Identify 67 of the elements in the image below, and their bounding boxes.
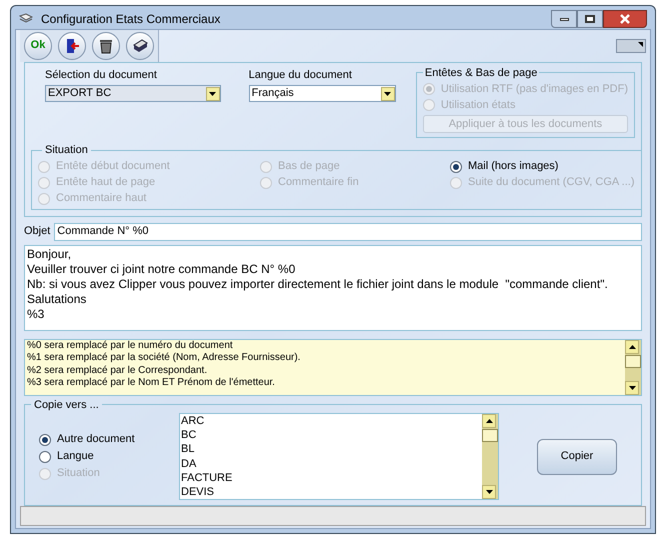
- copy-button[interactable]: Copier: [537, 438, 617, 474]
- radio-label: Situation: [57, 466, 100, 482]
- message-textarea[interactable]: Bonjour, Veuiller trouver ci joint notre commande BC N° %0 Nb: si vous avez Clipper vous pouvez importer directement le fichier joint dans le module "commande client". Salutations %3: [24, 244, 642, 330]
- exit-door-icon: [64, 38, 80, 54]
- list-item[interactable]: ARC: [181, 414, 482, 428]
- language-dropdown[interactable]: Français: [248, 85, 396, 102]
- radio-button[interactable]: [39, 434, 51, 446]
- trash-icon: [99, 38, 113, 54]
- message-line: Veuiller trouver ci joint notre commande BC N° %0: [27, 262, 296, 276]
- ok-label: Ok: [30, 38, 46, 54]
- document-dropdown[interactable]: EXPORT BC: [45, 85, 221, 102]
- message-line: Salutations: [27, 292, 88, 306]
- triangle-icon: [638, 42, 643, 46]
- radio-label: Entête haut de page: [56, 175, 156, 190]
- radio-button[interactable]: [39, 450, 51, 462]
- message-line: Bonjour,: [27, 246, 72, 262]
- scrollbar[interactable]: [625, 340, 641, 394]
- radio-label: Entête début document: [56, 159, 170, 174]
- message-line: Nb: si vous avez Clipper vous pouvez importer directement le fichier joint dans le module "commande client".: [27, 276, 609, 292]
- menu-corner-button[interactable]: [616, 38, 646, 52]
- group-title: Situation: [44, 143, 89, 158]
- toolbar-button[interactable]: [126, 32, 154, 60]
- scroll-down-icon[interactable]: [482, 485, 496, 499]
- help-line: %2 sera remplacé par le Correspondant.: [27, 364, 208, 377]
- radio-label: Commentaire haut: [56, 191, 146, 206]
- scroll-thumb[interactable]: [625, 354, 641, 368]
- radio-label: Mail (hors images): [468, 159, 558, 174]
- list-item[interactable]: DA: [181, 456, 482, 471]
- radio-label: Suite du document (CGV, CGA ...): [468, 175, 635, 190]
- radio-label: Langue: [57, 449, 94, 464]
- field-label: Sélection du document: [45, 68, 158, 82]
- radio-label: Utilisation RTF (pas d'images en PDF): [440, 82, 628, 97]
- minimize-button[interactable]: [551, 10, 577, 28]
- toolbar-button[interactable]: [92, 32, 120, 60]
- help-line: %0 sera remplacé par le numéro du document: [27, 340, 234, 352]
- app-icon: [19, 13, 33, 26]
- close-button[interactable]: [603, 10, 647, 28]
- list-item[interactable]: BC: [181, 428, 482, 442]
- list-item[interactable]: FACTURE: [181, 470, 482, 486]
- field-label: Objet: [24, 224, 50, 240]
- printer-icon: [132, 38, 148, 52]
- scrollbar[interactable]: [482, 414, 498, 499]
- maximize-button[interactable]: [577, 10, 603, 28]
- help-line: %3 sera remplacé par le Nom ET Prénom de l'émetteur.: [27, 377, 276, 390]
- help-line: %1 sera remplacé par la société (Nom, Adresse Fournisseur).: [27, 352, 302, 364]
- scroll-up-icon[interactable]: [482, 414, 496, 428]
- group-title: Entêtes & Bas de page: [424, 66, 538, 80]
- scroll-down-icon[interactable]: [625, 380, 639, 394]
- scroll-up-icon[interactable]: [625, 340, 639, 354]
- scroll-thumb[interactable]: [482, 429, 498, 442]
- window-title: Configuration Etats Commerciaux: [41, 11, 220, 28]
- list-item[interactable]: BL: [181, 442, 482, 457]
- radio-button[interactable]: [450, 160, 462, 172]
- radio-label: Utilisation états: [440, 98, 516, 113]
- radio-label: Commentaire fin: [278, 175, 359, 190]
- field-label: Langue du document: [248, 68, 353, 82]
- list-item[interactable]: DEVIS: [181, 485, 482, 500]
- group-title: Copie vers ...: [33, 398, 100, 412]
- toolbar-button[interactable]: [58, 32, 86, 60]
- dropdown-icon[interactable]: [206, 86, 220, 100]
- subject-field[interactable]: Commande N° %0: [54, 222, 642, 240]
- message-line: %3: [27, 306, 46, 322]
- toolbar-button[interactable]: Ok: [24, 32, 52, 60]
- dropdown-icon[interactable]: [380, 86, 395, 100]
- close-icon: [620, 14, 630, 24]
- radio-label: Bas de page: [278, 159, 340, 174]
- radio-label: Autre document: [57, 432, 135, 448]
